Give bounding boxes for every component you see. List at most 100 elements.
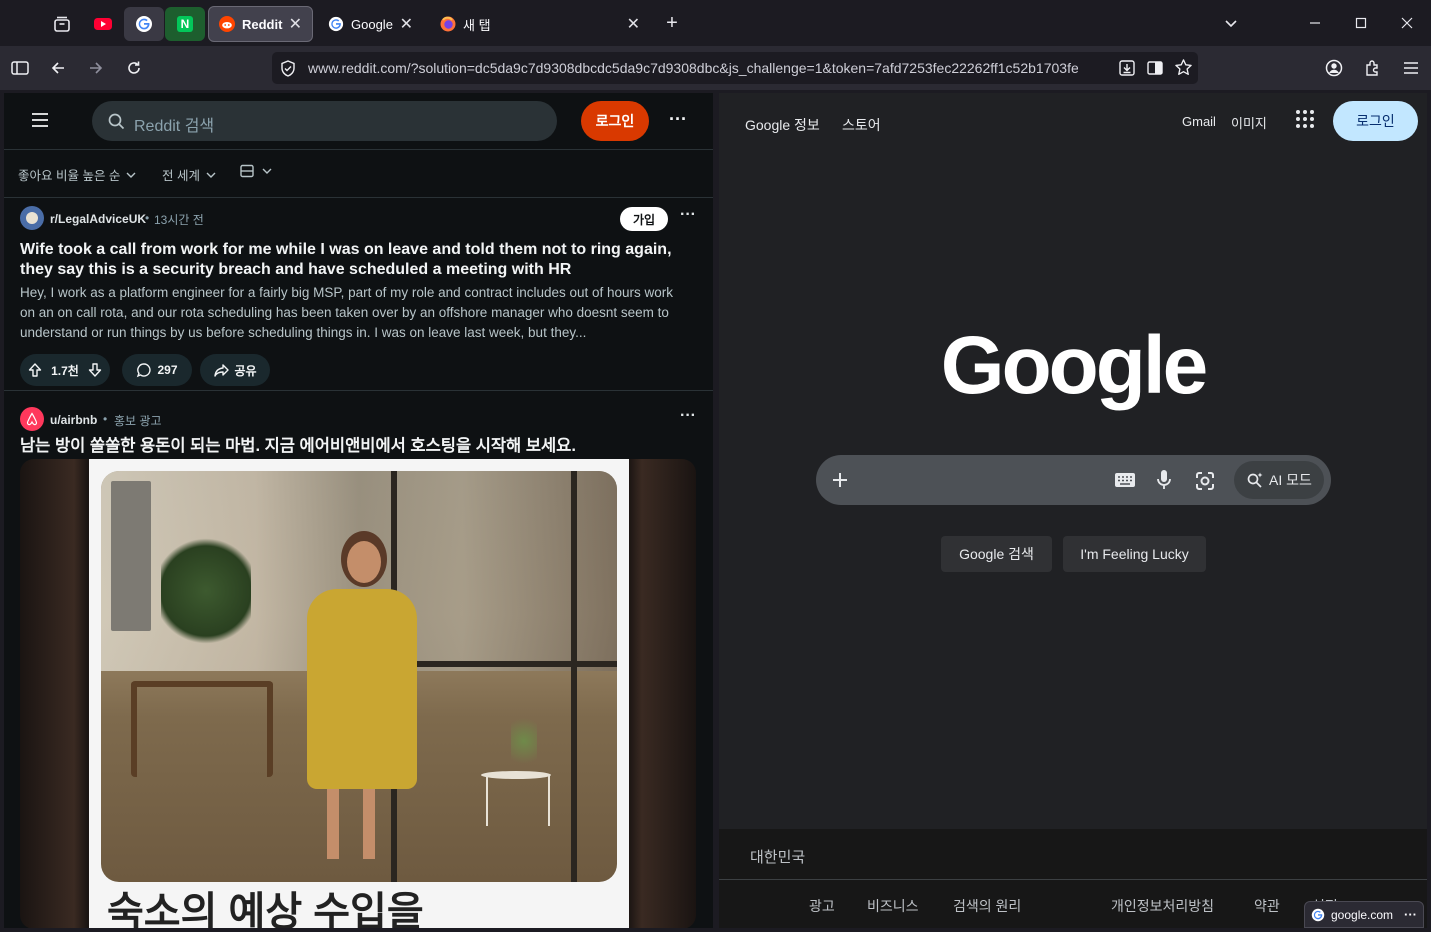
- microphone-icon[interactable]: [1156, 469, 1172, 496]
- google-search-button[interactable]: Google 검색: [941, 536, 1052, 572]
- pinned-tab-youtube[interactable]: [83, 7, 123, 41]
- airbnb-logo-icon[interactable]: [20, 407, 44, 431]
- reload-icon[interactable]: [120, 54, 148, 82]
- downvote-icon[interactable]: [87, 362, 103, 378]
- region-label: 전 세계: [162, 169, 200, 183]
- ad-media[interactable]: 숙소의 예상 수입을: [20, 459, 696, 928]
- minimize-window-icon[interactable]: [1301, 10, 1329, 36]
- region-dropdown[interactable]: 전 세계: [162, 165, 216, 184]
- post-options-icon[interactable]: ···: [676, 407, 700, 425]
- google-lens-camera-icon[interactable]: [1194, 470, 1216, 497]
- images-link[interactable]: 이미지: [1231, 113, 1267, 132]
- status-url: google.com: [1331, 907, 1394, 922]
- footer-country-row: 대한민국: [719, 829, 1427, 880]
- google-apps-grid-icon[interactable]: [1295, 109, 1315, 134]
- google-g-icon: [136, 16, 152, 32]
- search-icon: [108, 113, 125, 130]
- forward-arrow-icon[interactable]: [82, 54, 110, 82]
- post-body[interactable]: Hey, I work as a platform engineer for a…: [20, 283, 690, 343]
- tab-overview-icon[interactable]: [42, 7, 82, 41]
- close-tab-icon[interactable]: ✕: [400, 14, 413, 34]
- search-placeholder: Reddit 검색: [134, 118, 215, 135]
- post-time: 13시간 전: [154, 213, 204, 227]
- back-arrow-icon[interactable]: [44, 54, 72, 82]
- reddit-icon: [219, 16, 235, 32]
- subreddit-avatar[interactable]: [20, 206, 44, 230]
- chevron-down-icon: [262, 168, 272, 174]
- status-more-icon[interactable]: ···: [1404, 907, 1417, 922]
- pinned-tab-naver[interactable]: N: [165, 7, 205, 41]
- reddit-search-bar[interactable]: Reddit 검색: [92, 101, 557, 141]
- promoted-post-card[interactable]: u/airbnb • 홍보 광고 ··· 남는 방이 쏠쏠한 용돈이 되는 마법…: [4, 399, 713, 928]
- footer-link-terms[interactable]: 약관: [1254, 896, 1280, 916]
- join-button[interactable]: 가입: [620, 207, 668, 231]
- separator-dot: •: [103, 412, 108, 426]
- view-layout-dropdown[interactable]: [240, 164, 272, 178]
- hamburger-menu-icon[interactable]: [30, 111, 50, 134]
- google-g-icon: [1311, 908, 1325, 921]
- comments-button[interactable]: 297: [122, 354, 192, 386]
- tab-label: 새 탭: [463, 17, 491, 33]
- google-pane: Google 정보 스토어 Gmail 이미지 로그인 Google AI 모드…: [719, 93, 1427, 928]
- tab-label: Google: [351, 16, 393, 32]
- tab-reddit[interactable]: Reddit ✕: [208, 6, 313, 42]
- upvote-icon[interactable]: [27, 362, 43, 378]
- footer-link-how-search-works[interactable]: 검색의 원리: [953, 896, 1021, 916]
- share-arrow-icon: [214, 364, 230, 377]
- post-options-icon[interactable]: ···: [676, 206, 700, 224]
- google-search-box[interactable]: AI 모드: [816, 455, 1331, 505]
- country-label: 대한민국: [750, 849, 806, 866]
- post-title[interactable]: Wife took a call from work for me while …: [20, 240, 700, 280]
- chevron-down-icon: [126, 172, 136, 178]
- reader-view-icon[interactable]: [1146, 59, 1164, 82]
- tab-new-tab[interactable]: 새 탭 ✕: [430, 6, 650, 42]
- reddit-login-button[interactable]: 로그인: [581, 101, 649, 141]
- feeling-lucky-button[interactable]: I'm Feeling Lucky: [1063, 536, 1206, 572]
- maximize-window-icon[interactable]: [1347, 10, 1375, 36]
- footer-link-privacy[interactable]: 개인정보처리방침: [1111, 896, 1214, 916]
- google-login-button[interactable]: 로그인: [1333, 101, 1418, 141]
- vote-count: 1.7천: [51, 363, 79, 378]
- gmail-link[interactable]: Gmail: [1182, 114, 1216, 129]
- pinned-tab-google[interactable]: [124, 7, 164, 41]
- ai-mode-search-spark-icon: [1247, 472, 1263, 488]
- ad-title[interactable]: 남는 방이 쏠쏠한 용돈이 되는 마법. 지금 에어비앤비에서 호스팅을 시작해…: [20, 436, 710, 456]
- reddit-pane: Reddit 검색 로그인 ··· 좋아요 비율 높은 순 전 세계 r/Leg…: [4, 93, 713, 928]
- post-card[interactable]: r/LegalAdviceUK • 13시간 전 가입 ··· Wife too…: [4, 198, 713, 391]
- sort-dropdown[interactable]: 좋아요 비율 높은 순: [18, 165, 136, 184]
- url-text[interactable]: www.reddit.com/?solution=dc5da9c7d9308db…: [308, 60, 1078, 76]
- tab-google[interactable]: Google ✕: [318, 6, 423, 42]
- advertiser-name[interactable]: u/airbnb: [50, 413, 97, 427]
- add-plus-icon[interactable]: [830, 470, 850, 495]
- naver-icon: N: [177, 16, 193, 32]
- footer-link-ads[interactable]: 광고: [809, 896, 835, 916]
- ad-creative: 숙소의 예상 수입을: [89, 459, 629, 928]
- feed-filters: 좋아요 비율 높은 순 전 세계: [4, 150, 713, 198]
- account-icon[interactable]: [1320, 54, 1348, 82]
- close-window-icon[interactable]: [1393, 10, 1421, 36]
- list-all-tabs-chevron-icon[interactable]: [1217, 10, 1245, 36]
- store-link[interactable]: 스토어: [842, 115, 881, 135]
- keyboard-icon[interactable]: [1114, 472, 1136, 493]
- install-app-icon[interactable]: [1118, 59, 1136, 82]
- new-tab-plus-icon[interactable]: +: [658, 10, 686, 36]
- subreddit-name[interactable]: r/LegalAdviceUK: [50, 212, 146, 226]
- close-tab-icon[interactable]: ✕: [627, 14, 640, 34]
- footer-link-business[interactable]: 비즈니스: [867, 896, 919, 916]
- sidebar-toggle-icon[interactable]: [6, 54, 34, 82]
- about-google-link[interactable]: Google 정보: [745, 115, 820, 135]
- comment-count: 297: [157, 363, 178, 377]
- extensions-puzzle-icon[interactable]: [1359, 54, 1387, 82]
- share-button[interactable]: 공유: [200, 354, 270, 386]
- link-status-panel: google.com ···: [1304, 901, 1424, 928]
- address-bar[interactable]: www.reddit.com/?solution=dc5da9c7d9308db…: [272, 52, 1198, 84]
- tracking-protection-shield-icon[interactable]: [280, 60, 296, 82]
- ai-mode-button[interactable]: AI 모드: [1234, 461, 1324, 499]
- app-menu-hamburger-icon[interactable]: [1397, 54, 1425, 82]
- close-tab-icon[interactable]: ✕: [289, 14, 302, 34]
- firefox-icon: [440, 16, 456, 32]
- google-g-icon: [328, 16, 344, 32]
- bookmark-star-icon[interactable]: [1174, 58, 1193, 82]
- more-options-icon[interactable]: ···: [664, 107, 692, 135]
- comment-bubble-icon: [137, 363, 152, 378]
